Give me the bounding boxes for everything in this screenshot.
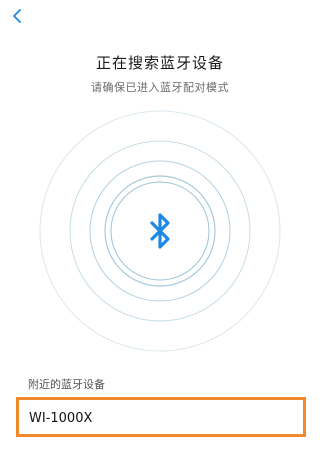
bluetooth-search-screen: 正在搜索蓝牙设备 请确保已进入蓝牙配对模式 附近的蓝牙设备 WI-1000X (0, 0, 320, 454)
nearby-devices-label: 附近的蓝牙设备 (28, 378, 105, 391)
back-button[interactable] (8, 6, 28, 26)
radar-rings (39, 110, 281, 352)
chevron-left-icon (13, 9, 21, 23)
bluetooth-icon (150, 213, 170, 249)
page-title: 正在搜索蓝牙设备 (95, 54, 224, 72)
scan-radar (0, 110, 320, 360)
device-name: WI-1000X (29, 411, 93, 426)
device-item-wi-1000x[interactable]: WI-1000X (16, 397, 306, 437)
page-subtitle: 请确保已进入蓝牙配对模式 (91, 81, 229, 94)
